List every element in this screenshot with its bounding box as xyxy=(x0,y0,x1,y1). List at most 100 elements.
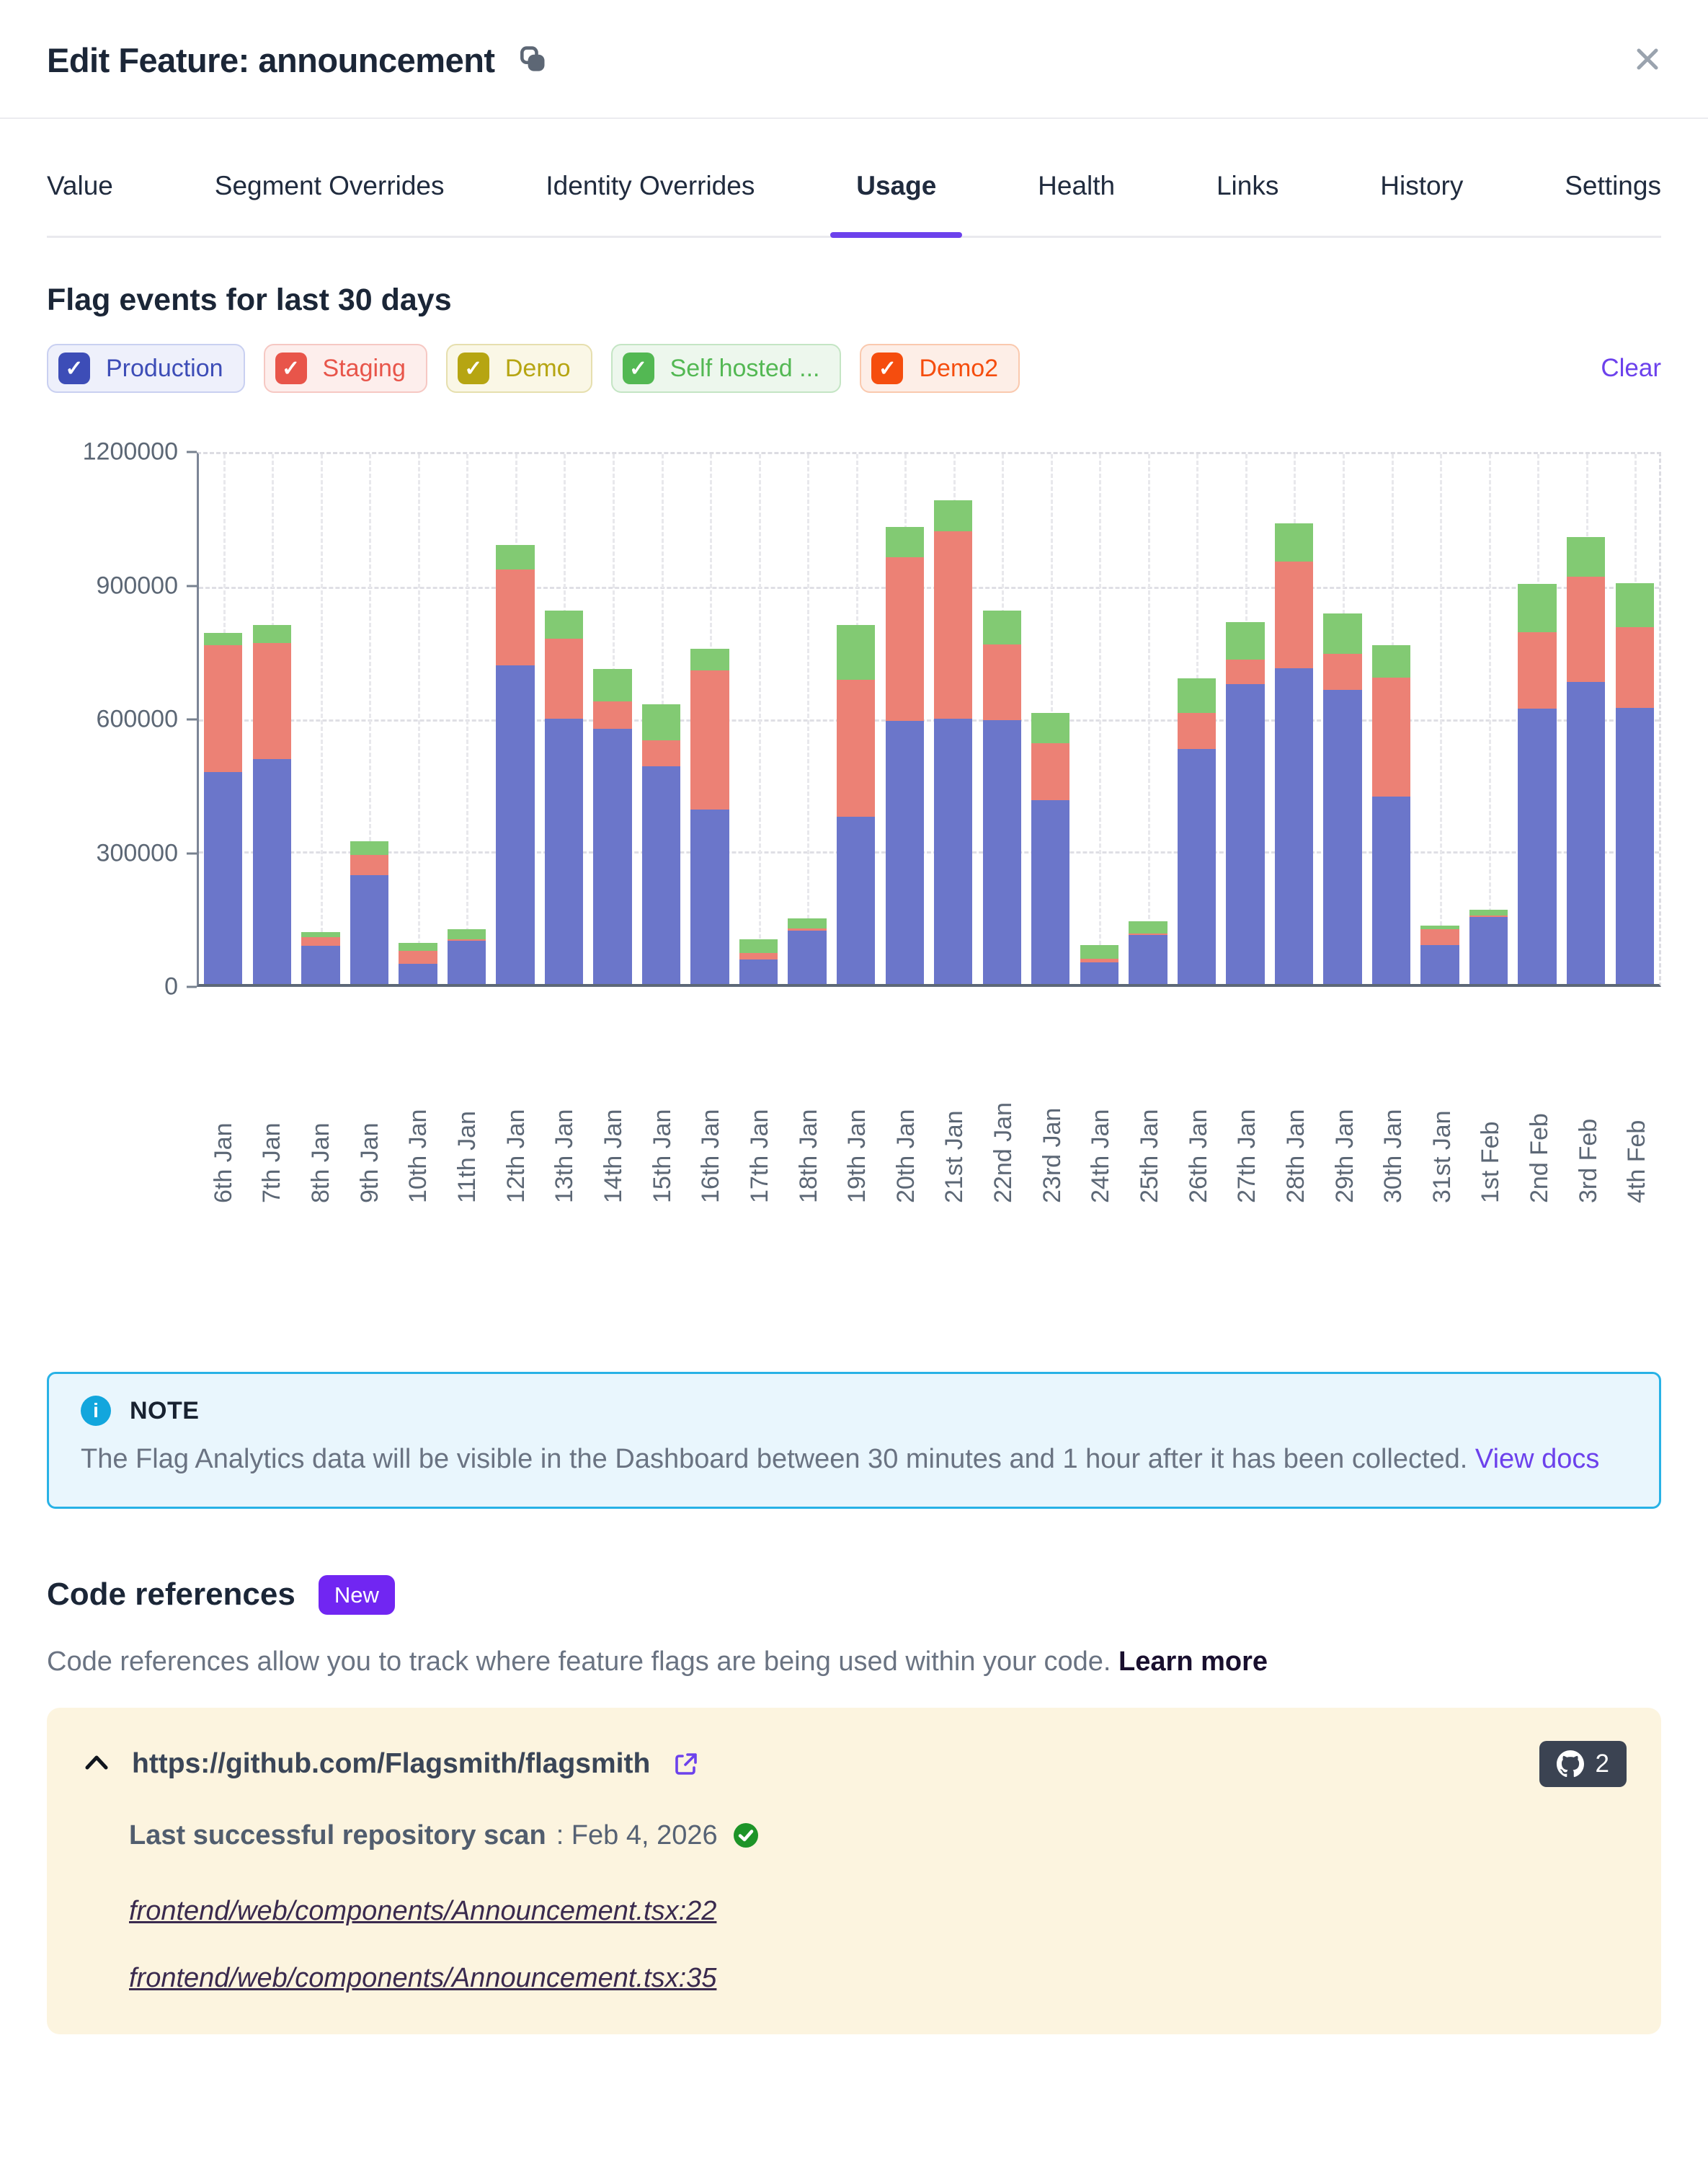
segment-self-hosted[interactable] xyxy=(690,649,729,670)
segment-production[interactable] xyxy=(934,719,972,984)
bar-2nd-feb[interactable] xyxy=(1518,584,1556,984)
segment-production[interactable] xyxy=(1469,917,1508,984)
segment-staging[interactable] xyxy=(886,557,924,722)
segment-self-hosted[interactable] xyxy=(350,841,388,855)
tab-identity-overrides[interactable]: Identity Overrides xyxy=(546,171,755,236)
checkbox-icon[interactable]: ✓ xyxy=(58,353,90,384)
segment-staging[interactable] xyxy=(399,951,437,965)
segment-self-hosted[interactable] xyxy=(399,943,437,951)
env-filter-self-hosted[interactable]: ✓Self hosted ... xyxy=(611,344,842,393)
bar-6th-jan[interactable] xyxy=(204,633,242,984)
segment-staging[interactable] xyxy=(1616,627,1654,707)
bar-23rd-jan[interactable] xyxy=(1031,713,1069,984)
bar-1st-feb[interactable] xyxy=(1469,910,1508,984)
segment-production[interactable] xyxy=(399,964,437,984)
segment-staging[interactable] xyxy=(1178,713,1216,748)
bar-18th-jan[interactable] xyxy=(788,918,826,984)
segment-self-hosted[interactable] xyxy=(545,611,583,638)
segment-self-hosted[interactable] xyxy=(1178,678,1216,713)
clear-button[interactable]: Clear xyxy=(1601,354,1661,383)
segment-self-hosted[interactable] xyxy=(886,527,924,557)
segment-staging[interactable] xyxy=(204,645,242,772)
github-count-badge[interactable]: 2 xyxy=(1539,1741,1627,1787)
segment-production[interactable] xyxy=(350,875,388,984)
bar-15th-jan[interactable] xyxy=(642,704,680,984)
segment-self-hosted[interactable] xyxy=(496,545,534,569)
code-reference-link[interactable]: frontend/web/components/Announcement.tsx… xyxy=(129,1963,716,1994)
segment-staging[interactable] xyxy=(1420,929,1459,945)
segment-self-hosted[interactable] xyxy=(1226,622,1264,660)
segment-self-hosted[interactable] xyxy=(253,625,291,643)
segment-production[interactable] xyxy=(837,817,875,984)
segment-self-hosted[interactable] xyxy=(1567,537,1605,577)
segment-production[interactable] xyxy=(886,721,924,984)
segment-staging[interactable] xyxy=(983,644,1021,720)
view-docs-link[interactable]: View docs xyxy=(1475,1444,1600,1474)
bar-12th-jan[interactable] xyxy=(496,545,534,984)
segment-staging[interactable] xyxy=(253,643,291,759)
segment-production[interactable] xyxy=(1420,945,1459,984)
bar-31st-jan[interactable] xyxy=(1420,926,1459,984)
segment-production[interactable] xyxy=(301,946,339,984)
segment-staging[interactable] xyxy=(837,680,875,817)
segment-production[interactable] xyxy=(1031,800,1069,984)
tab-value[interactable]: Value xyxy=(47,171,113,236)
bar-11th-jan[interactable] xyxy=(448,929,486,984)
segment-self-hosted[interactable] xyxy=(837,625,875,679)
segment-production[interactable] xyxy=(1616,708,1654,984)
segment-self-hosted[interactable] xyxy=(1372,645,1410,678)
segment-self-hosted[interactable] xyxy=(1616,583,1654,628)
segment-production[interactable] xyxy=(1129,935,1167,984)
bar-30th-jan[interactable] xyxy=(1372,645,1410,984)
segment-self-hosted[interactable] xyxy=(1031,713,1069,743)
bar-7th-jan[interactable] xyxy=(253,625,291,984)
segment-self-hosted[interactable] xyxy=(1275,523,1313,562)
segment-self-hosted[interactable] xyxy=(788,918,826,928)
segment-self-hosted[interactable] xyxy=(593,669,631,701)
tab-health[interactable]: Health xyxy=(1038,171,1115,236)
segment-production[interactable] xyxy=(1226,684,1264,984)
segment-production[interactable] xyxy=(204,772,242,984)
segment-production[interactable] xyxy=(253,759,291,984)
bar-10th-jan[interactable] xyxy=(399,943,437,984)
segment-staging[interactable] xyxy=(545,639,583,719)
segment-production[interactable] xyxy=(448,941,486,984)
collapse-button[interactable] xyxy=(81,1752,112,1776)
segment-production[interactable] xyxy=(788,931,826,984)
tab-usage[interactable]: Usage xyxy=(856,171,936,236)
segment-production[interactable] xyxy=(739,959,778,984)
segment-self-hosted[interactable] xyxy=(983,611,1021,644)
segment-production[interactable] xyxy=(1080,962,1118,984)
segment-staging[interactable] xyxy=(1226,660,1264,684)
bar-14th-jan[interactable] xyxy=(593,669,631,984)
env-filter-demo[interactable]: ✓Demo xyxy=(446,344,592,393)
env-filter-demo2[interactable]: ✓Demo2 xyxy=(860,344,1020,393)
segment-production[interactable] xyxy=(545,719,583,984)
segment-self-hosted[interactable] xyxy=(1323,613,1361,655)
segment-production[interactable] xyxy=(690,810,729,984)
bar-25th-jan[interactable] xyxy=(1129,921,1167,984)
segment-staging[interactable] xyxy=(1323,654,1361,689)
external-link-icon[interactable] xyxy=(673,1751,699,1777)
segment-self-hosted[interactable] xyxy=(448,929,486,939)
bar-21st-jan[interactable] xyxy=(934,500,972,984)
bar-26th-jan[interactable] xyxy=(1178,678,1216,984)
segment-staging[interactable] xyxy=(1275,562,1313,668)
segment-self-hosted[interactable] xyxy=(934,500,972,531)
env-filter-production[interactable]: ✓Production xyxy=(47,344,245,393)
learn-more-link[interactable]: Learn more xyxy=(1118,1646,1268,1677)
segment-production[interactable] xyxy=(983,720,1021,984)
segment-self-hosted[interactable] xyxy=(204,633,242,645)
bar-19th-jan[interactable] xyxy=(837,625,875,984)
segment-production[interactable] xyxy=(496,665,534,984)
bar-29th-jan[interactable] xyxy=(1323,613,1361,984)
bar-4th-feb[interactable] xyxy=(1616,583,1654,984)
segment-staging[interactable] xyxy=(301,937,339,946)
segment-staging[interactable] xyxy=(1031,743,1069,800)
segment-self-hosted[interactable] xyxy=(1469,910,1508,915)
segment-self-hosted[interactable] xyxy=(1080,945,1118,959)
checkbox-icon[interactable]: ✓ xyxy=(275,353,307,384)
bar-16th-jan[interactable] xyxy=(690,649,729,984)
checkbox-icon[interactable]: ✓ xyxy=(623,353,654,384)
segment-self-hosted[interactable] xyxy=(1518,584,1556,632)
